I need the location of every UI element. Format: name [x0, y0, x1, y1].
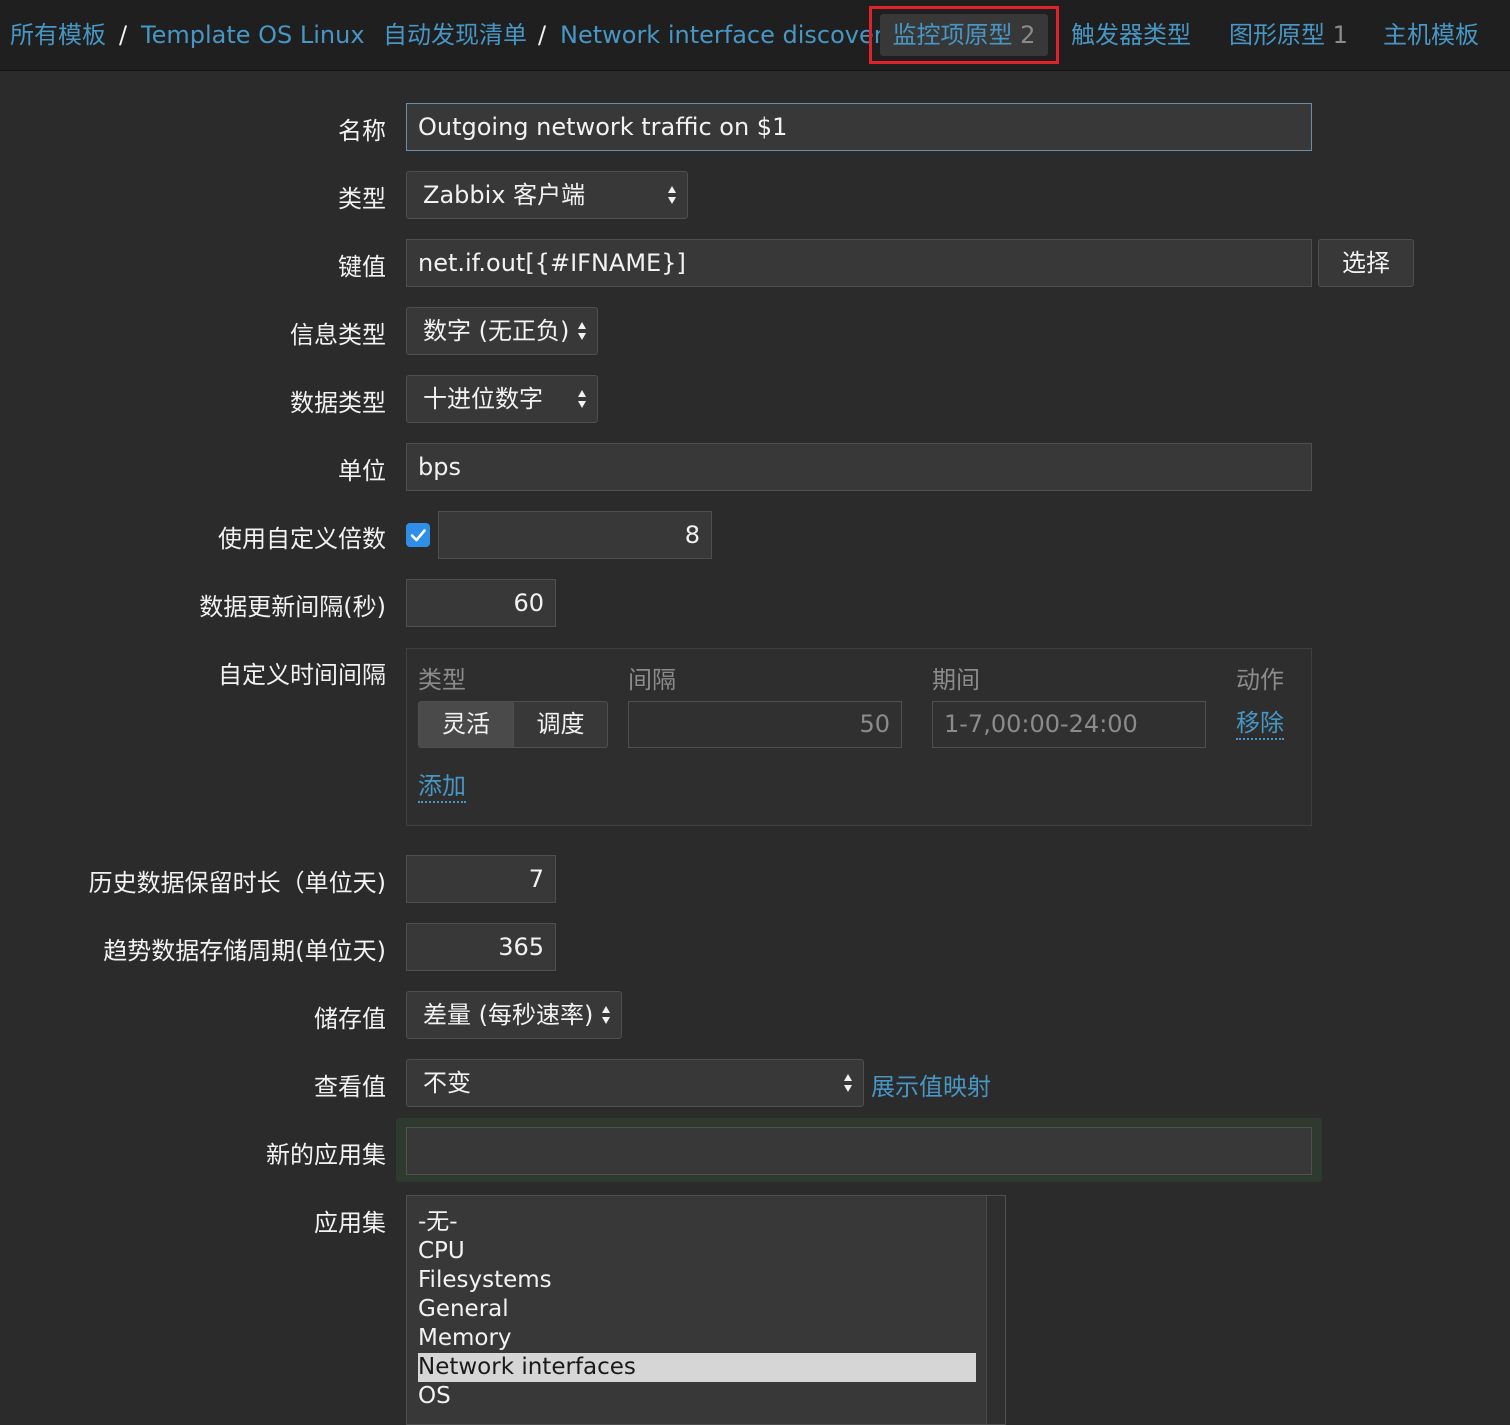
key-input[interactable]: net.if.out[{#IFNAME}]: [406, 239, 1312, 287]
show-value-select[interactable]: 不变: [406, 1059, 864, 1107]
flexible-toggle[interactable]: 灵活: [418, 701, 514, 748]
application-option[interactable]: -无-: [418, 1208, 976, 1237]
name-input[interactable]: Outgoing network traffic on $1: [406, 103, 1312, 151]
remove-interval-link[interactable]: 移除: [1236, 708, 1284, 740]
key-value: net.if.out[{#IFNAME}]: [418, 249, 686, 277]
units-value: bps: [418, 453, 461, 481]
data-type-select[interactable]: 十进位数字: [406, 375, 598, 423]
multiplier-value: 8: [684, 521, 700, 549]
history-value: 7: [528, 865, 544, 893]
breadcrumb-separator: /: [119, 21, 128, 49]
store-value-select[interactable]: 差量 (每秒速率): [406, 991, 622, 1039]
nav-template[interactable]: Template OS Linux: [141, 17, 365, 53]
info-type-select[interactable]: 数字 (无正负): [406, 307, 598, 355]
multiplier-label: 使用自定义倍数: [218, 525, 386, 553]
history-label: 历史数据保留时长（单位天): [88, 869, 386, 897]
col-period-header: 期间: [932, 666, 980, 694]
trends-value: 365: [498, 933, 544, 961]
show-value-value: 不变: [423, 1069, 471, 1097]
tab-graph-prototypes-label: 图形原型: [1229, 21, 1325, 49]
name-value: Outgoing network traffic on $1: [418, 113, 788, 141]
update-interval-input[interactable]: 60: [406, 579, 556, 627]
col-type-header: 类型: [418, 666, 466, 694]
units-label: 单位: [338, 457, 386, 485]
info-type-label: 信息类型: [290, 321, 386, 349]
key-label: 键值: [338, 253, 386, 281]
type-select[interactable]: Zabbix 客户端: [406, 171, 688, 219]
highlight-box: [869, 6, 1059, 64]
tab-graph-prototypes-count: 1: [1332, 21, 1348, 49]
name-label: 名称: [338, 117, 386, 145]
select-key-button[interactable]: 选择: [1318, 239, 1414, 287]
applications-label: 应用集: [314, 1209, 386, 1237]
data-type-value: 十进位数字: [423, 385, 543, 413]
breadcrumb-nav: 所有模板 / Template OS Linux 自动发现清单 / Networ…: [0, 0, 1510, 71]
application-option[interactable]: General: [418, 1295, 976, 1324]
applications-listbox[interactable]: -无- CPU Filesystems General Memory Network in…: [406, 1195, 1006, 1425]
breadcrumb-separator: /: [538, 21, 547, 49]
select-arrows-icon: [578, 390, 586, 408]
custom-interval-input[interactable]: 50: [628, 701, 902, 748]
scheduling-toggle[interactable]: 调度: [513, 701, 608, 748]
nav-discovery-list[interactable]: 自动发现清单: [383, 17, 527, 53]
custom-interval-value: 50: [859, 710, 890, 738]
units-input[interactable]: bps: [406, 443, 1312, 491]
custom-period-input[interactable]: 1-7,00:00-24:00: [932, 701, 1206, 748]
tab-graph-prototypes[interactable]: 图形原型 1: [1229, 17, 1348, 53]
select-arrows-icon: [844, 1074, 852, 1092]
multiplier-input[interactable]: 8: [438, 511, 712, 559]
nav-all-templates[interactable]: 所有模板: [10, 17, 106, 53]
application-option[interactable]: OS: [418, 1382, 976, 1411]
tab-trigger-prototypes[interactable]: 触发器类型: [1071, 17, 1191, 53]
custom-period-value: 1-7,00:00-24:00: [944, 710, 1138, 738]
checkmark-icon: [410, 529, 426, 542]
trends-input[interactable]: 365: [406, 923, 556, 971]
application-option[interactable]: Memory: [418, 1324, 976, 1353]
application-option[interactable]: Network interfaces: [418, 1353, 976, 1382]
history-input[interactable]: 7: [406, 855, 556, 903]
type-label: 类型: [338, 185, 386, 213]
show-value-label: 查看值: [314, 1073, 386, 1101]
show-value-mappings-link[interactable]: 展示值映射: [871, 1067, 991, 1102]
trends-label: 趋势数据存储周期(单位天): [103, 937, 386, 965]
add-interval-link[interactable]: 添加: [418, 771, 466, 803]
application-option[interactable]: Filesystems: [418, 1266, 976, 1295]
col-interval-header: 间隔: [628, 666, 676, 694]
store-value-label: 储存值: [314, 1005, 386, 1033]
select-arrows-icon: [602, 1006, 610, 1024]
type-value: Zabbix 客户端: [423, 181, 586, 209]
data-type-label: 数据类型: [290, 389, 386, 417]
new-application-input[interactable]: [406, 1127, 1312, 1175]
store-value-value: 差量 (每秒速率): [423, 1001, 594, 1029]
custom-intervals-label: 自定义时间间隔: [218, 661, 386, 689]
select-arrows-icon: [668, 186, 676, 204]
info-type-value: 数字 (无正负): [423, 317, 570, 345]
listbox-scrollbar[interactable]: [986, 1196, 1005, 1424]
multiplier-checkbox[interactable]: [406, 523, 430, 547]
tab-host-templates[interactable]: 主机模板: [1383, 17, 1479, 53]
application-option[interactable]: CPU: [418, 1237, 976, 1266]
nav-discovery-rule[interactable]: Network interface discovery: [560, 17, 898, 53]
update-interval-label: 数据更新间隔(秒): [199, 593, 386, 621]
col-action-header: 动作: [1236, 666, 1284, 694]
update-interval-value: 60: [513, 589, 544, 617]
select-arrows-icon: [578, 322, 586, 340]
new-application-label: 新的应用集: [266, 1141, 386, 1169]
